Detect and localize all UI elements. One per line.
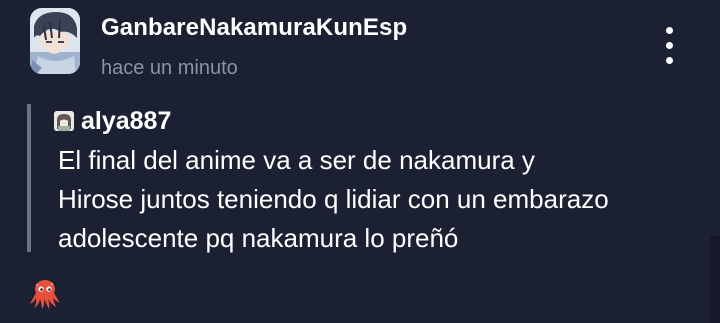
comment-timestamp: hace un minuto [101, 57, 238, 79]
author-avatar-image [30, 8, 80, 74]
quoted-text-line: adolescente pq nakamura lo preñó [58, 223, 459, 253]
quoted-text-line: Hirose juntos teniendo q lidiar con un e… [58, 184, 609, 214]
quoted-author-avatar-image [54, 111, 74, 131]
quote-bar [27, 104, 31, 252]
scroll-edge [710, 236, 720, 323]
author-avatar[interactable] [30, 8, 80, 74]
quoted-comment[interactable]: alya887 El final del anime va a ser de n… [27, 104, 707, 253]
quoted-author-username[interactable]: alya887 [81, 107, 171, 136]
quoted-comment-text: El final del anime va a ser de nakamura … [58, 141, 708, 258]
more-options-button[interactable] [655, 25, 685, 67]
comment-screen: GanbareNakamuraKunEsp hace un minuto aly… [0, 0, 720, 323]
quoted-author-avatar[interactable] [54, 111, 74, 131]
author-username[interactable]: GanbareNakamuraKunEsp [101, 14, 407, 42]
octopus-icon[interactable] [28, 278, 62, 310]
quoted-text-line: El final del anime va a ser de nakamura … [58, 145, 535, 175]
